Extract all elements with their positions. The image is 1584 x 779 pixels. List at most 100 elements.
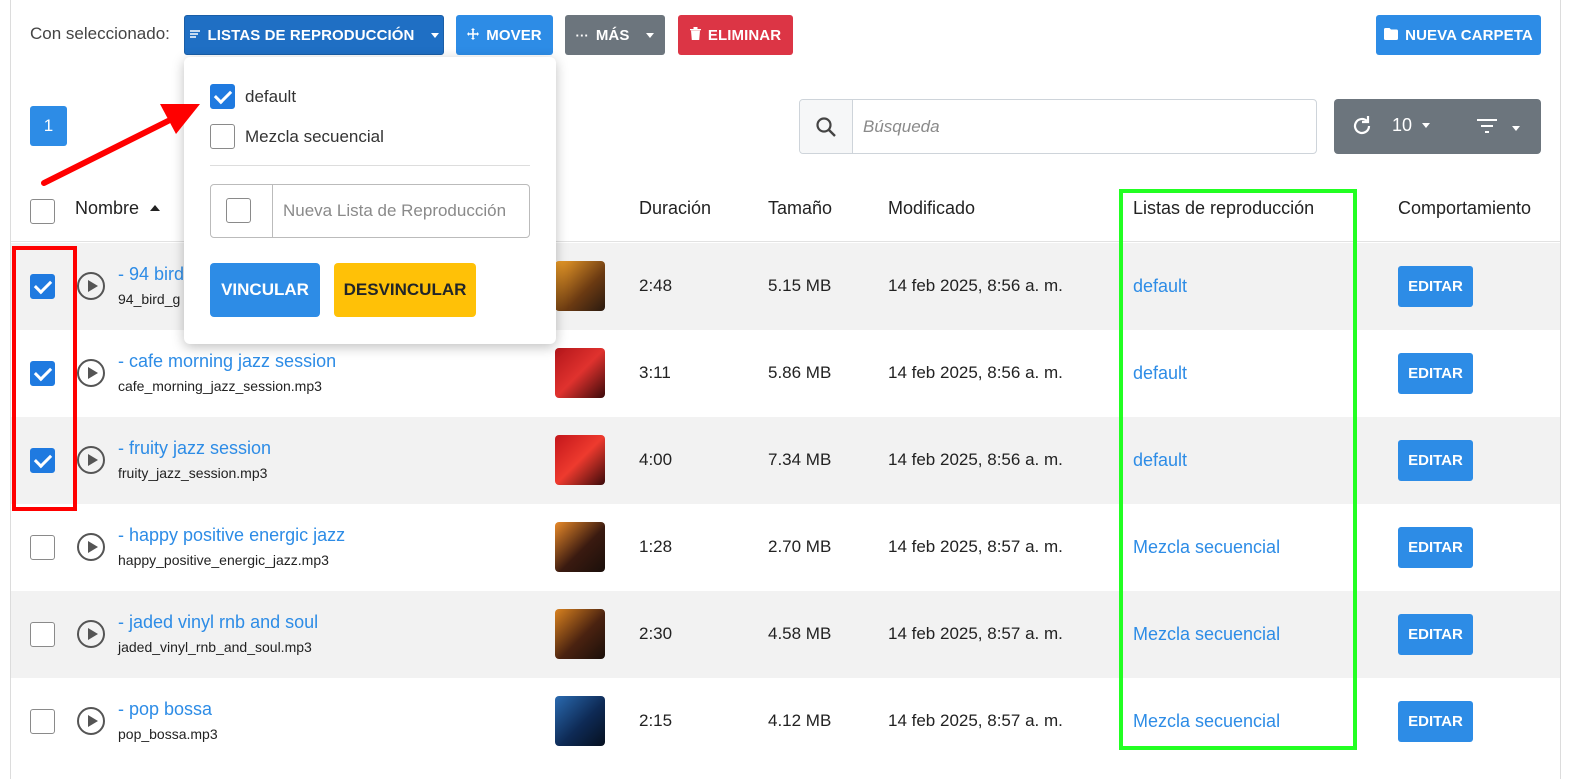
dropdown-divider — [210, 165, 530, 166]
chevron-down-icon — [1422, 123, 1431, 128]
table-controls: 10 — [1334, 99, 1541, 154]
track-title-link[interactable]: - happy positive energic jazz — [118, 525, 345, 546]
new-folder-button-label: NUEVA CARPETA — [1405, 26, 1533, 44]
folder-icon — [1384, 27, 1399, 44]
modified-value: 14 feb 2025, 8:56 a. m. — [888, 276, 1063, 295]
modified-value: 14 feb 2025, 8:57 a. m. — [888, 537, 1063, 556]
new-playlist-group — [210, 184, 530, 238]
edit-button[interactable]: EDITAR — [1398, 440, 1473, 481]
play-icon[interactable] — [77, 620, 105, 648]
more-button-label: MÁS — [595, 26, 630, 44]
size-value: 5.86 MB — [768, 363, 832, 382]
duration-value: 1:28 — [639, 537, 673, 556]
size-value: 2.70 MB — [768, 537, 832, 556]
refresh-icon[interactable] — [1350, 114, 1374, 143]
track-title-link[interactable]: - pop bossa — [118, 699, 212, 720]
modified-value: 14 feb 2025, 8:57 a. m. — [888, 624, 1063, 643]
delete-button-label: ELIMINAR — [707, 26, 782, 44]
edit-button[interactable]: EDITAR — [1398, 614, 1473, 655]
sort-ascending-icon — [150, 205, 161, 211]
unlink-button[interactable]: DESVINCULAR — [334, 263, 476, 317]
edit-button[interactable]: EDITAR — [1398, 353, 1473, 394]
delete-button[interactable]: ELIMINAR — [678, 15, 793, 55]
page-1-button[interactable]: 1 — [30, 106, 67, 146]
new-playlist-input[interactable] — [273, 185, 529, 237]
new-folder-button[interactable]: NUEVA CARPETA — [1376, 15, 1541, 55]
chevron-down-icon — [1512, 126, 1520, 131]
selection-label: Con seleccionado: — [30, 24, 170, 43]
playlists-button[interactable]: LISTAS DE REPRODUCCIÓN — [184, 15, 444, 55]
playlists-dropdown: default Mezcla secuencial VINCULAR DESVI… — [184, 57, 556, 344]
edit-button[interactable]: EDITAR — [1398, 527, 1473, 568]
link-button[interactable]: VINCULAR — [210, 263, 320, 317]
search-box — [799, 99, 1317, 154]
size-value: 5.15 MB — [768, 276, 832, 295]
cover-thumbnail — [555, 435, 605, 485]
playlist-option-label[interactable]: Mezcla secuencial — [245, 127, 384, 147]
cover-thumbnail — [555, 522, 605, 572]
new-playlist-checkbox-area — [211, 185, 273, 237]
play-icon[interactable] — [77, 707, 105, 735]
columns-filter-button[interactable] — [1476, 117, 1520, 140]
per-page-value: 10 — [1392, 115, 1413, 135]
playlists-button-label: LISTAS DE REPRODUCCIÓN — [207, 26, 415, 44]
search-icon[interactable] — [800, 100, 853, 153]
play-icon[interactable] — [77, 533, 105, 561]
track-filename: pop_bossa.mp3 — [118, 726, 218, 742]
chevron-down-icon — [431, 32, 440, 38]
name-column-header[interactable]: Nombre — [75, 198, 161, 219]
playlist-option-label[interactable]: default — [245, 87, 296, 107]
duration-value: 2:15 — [639, 711, 673, 730]
size-value: 4.58 MB — [768, 624, 832, 643]
track-title-link[interactable]: - 94 bird — [118, 264, 184, 285]
edit-button[interactable]: EDITAR — [1398, 266, 1473, 307]
modified-value: 14 feb 2025, 8:56 a. m. — [888, 363, 1063, 382]
move-button[interactable]: MOVER — [456, 15, 553, 55]
playlist-option-checkbox-default[interactable] — [210, 84, 235, 109]
name-header-label: Nombre — [75, 198, 140, 218]
move-button-label: MOVER — [486, 26, 542, 44]
selected-checkboxes-highlight — [12, 246, 77, 511]
row-checkbox[interactable] — [30, 535, 55, 560]
size-column-header[interactable]: Tamaño — [768, 198, 832, 219]
select-all-checkbox[interactable] — [30, 199, 55, 224]
track-filename: happy_positive_energic_jazz.mp3 — [118, 552, 329, 568]
trash-icon — [689, 26, 701, 44]
row-checkbox[interactable] — [30, 709, 55, 734]
cover-thumbnail — [555, 609, 605, 659]
play-icon[interactable] — [77, 446, 105, 474]
size-value: 4.12 MB — [768, 711, 832, 730]
play-icon[interactable] — [77, 272, 105, 300]
more-button[interactable]: ··· MÁS — [565, 15, 665, 55]
play-icon[interactable] — [77, 359, 105, 387]
track-title-link[interactable]: - cafe morning jazz session — [118, 351, 336, 372]
track-filename: cafe_morning_jazz_session.mp3 — [118, 378, 322, 394]
duration-value: 2:30 — [639, 624, 673, 643]
size-value: 7.34 MB — [768, 450, 832, 469]
track-filename: fruity_jazz_session.mp3 — [118, 465, 268, 481]
track-filename: jaded_vinyl_rnb_and_soul.mp3 — [118, 639, 312, 655]
filter-icon — [1476, 117, 1498, 140]
row-checkbox[interactable] — [30, 622, 55, 647]
duration-value: 3:11 — [639, 363, 671, 382]
track-title-link[interactable]: - jaded vinyl rnb and soul — [118, 612, 318, 633]
edit-button[interactable]: EDITAR — [1398, 701, 1473, 742]
cover-thumbnail — [555, 348, 605, 398]
duration-value: 2:48 — [639, 276, 673, 295]
new-playlist-checkbox[interactable] — [226, 198, 251, 223]
duration-column-header[interactable]: Duración — [639, 198, 711, 219]
track-title-link[interactable]: - fruity jazz session — [118, 438, 271, 459]
modified-column-header[interactable]: Modificado — [888, 198, 975, 219]
search-input[interactable] — [853, 100, 1316, 153]
track-filename: 94_bird_g — [118, 291, 181, 307]
cover-thumbnail — [555, 261, 605, 311]
chevron-down-icon — [646, 32, 655, 38]
behavior-column-header: Comportamiento — [1398, 198, 1532, 218]
ellipsis-icon: ··· — [575, 27, 589, 43]
duration-value: 4:00 — [639, 450, 673, 469]
modified-value: 14 feb 2025, 8:57 a. m. — [888, 711, 1063, 730]
move-icon — [467, 27, 480, 44]
playlist-option-checkbox-mezcla[interactable] — [210, 124, 235, 149]
right-border — [1560, 0, 1561, 779]
per-page-select[interactable]: 10 — [1392, 115, 1431, 136]
